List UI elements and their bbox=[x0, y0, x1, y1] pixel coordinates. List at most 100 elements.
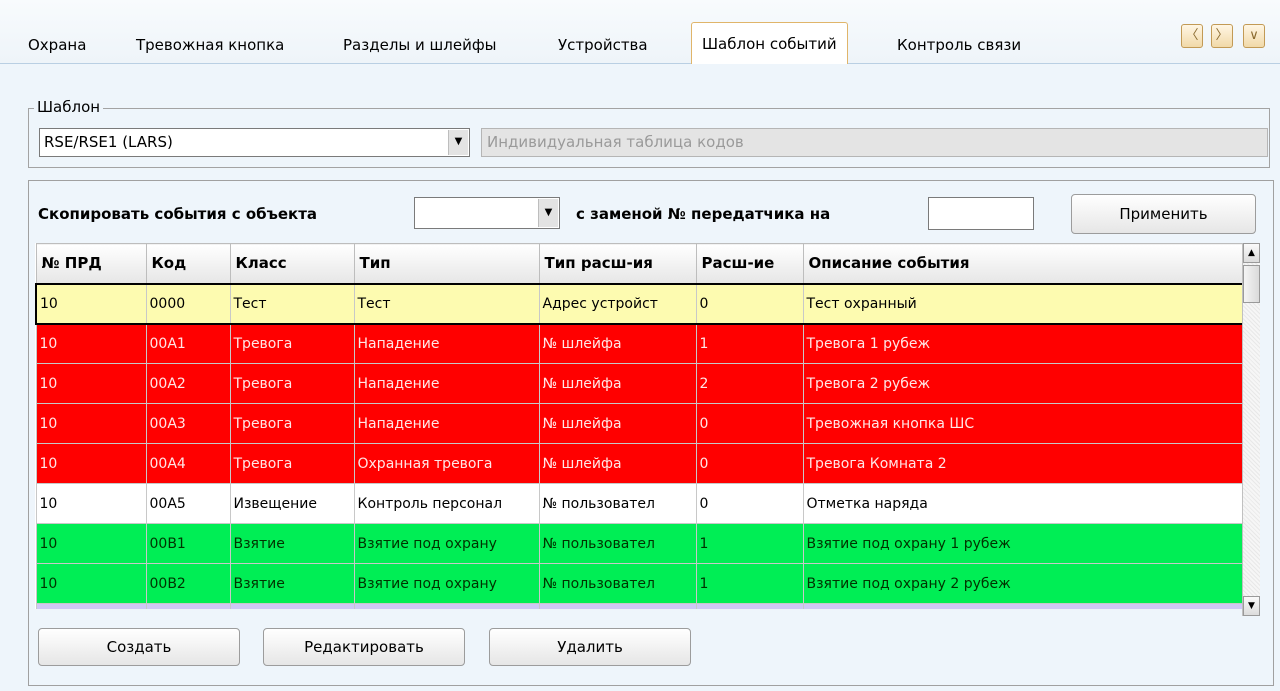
table-row[interactable]: 10 00A5 Извещение Контроль персонал № по… bbox=[35, 483, 1244, 524]
cell: Тревожная кнопка ШС bbox=[802, 403, 1244, 444]
events-table: № ПРД Код Класс Тип Тип расш-ия Расш-ие … bbox=[35, 243, 1258, 609]
cell: Извещение bbox=[229, 483, 355, 524]
tab-partitions-zones[interactable]: Разделы и шлейфы bbox=[333, 26, 507, 64]
cell: Взятие bbox=[229, 563, 355, 604]
column-header-code[interactable]: Код bbox=[145, 243, 231, 284]
tab-scroll-right-icon[interactable]: 〉 bbox=[1211, 24, 1233, 48]
cell: Взятие под охрану bbox=[353, 523, 540, 564]
copy-events-label: Скопировать события с объекта bbox=[38, 205, 318, 223]
table-row[interactable]: 10 00A3 Тревога Нападение № шлейфа 0 Тре… bbox=[35, 403, 1244, 444]
cell: 0000 bbox=[145, 282, 231, 325]
column-header-extension-type[interactable]: Тип расш-ия bbox=[538, 243, 697, 284]
cell: № шлейфа bbox=[538, 403, 697, 444]
cell bbox=[802, 603, 1244, 609]
cell bbox=[538, 603, 697, 609]
table-row[interactable]: 10 00A2 Тревога Нападение № шлейфа 2 Тре… bbox=[35, 363, 1244, 404]
copy-source-select[interactable]: ▼ bbox=[414, 197, 560, 229]
tab-strip: Охрана Тревожная кнопка Разделы и шлейфы… bbox=[0, 0, 1280, 65]
cell: 10 bbox=[35, 483, 147, 524]
cell: 0 bbox=[695, 282, 804, 325]
tab-event-template[interactable]: Шаблон событий bbox=[691, 22, 848, 65]
cell: Взятие под охрану bbox=[353, 563, 540, 604]
cell: Нападение bbox=[353, 363, 540, 404]
cell: 10 bbox=[35, 403, 147, 444]
cell: 10 bbox=[35, 563, 147, 604]
custom-codes-field: Индивидуальная таблица кодов bbox=[481, 128, 1268, 157]
cell: 10 bbox=[35, 443, 147, 484]
cell: Взятие под охрану 2 рубеж bbox=[802, 563, 1244, 604]
chevron-down-icon[interactable]: ▼ bbox=[538, 199, 558, 227]
cell: Адрес устройст bbox=[538, 282, 697, 325]
cell bbox=[695, 603, 804, 609]
cell: 10 bbox=[35, 523, 147, 564]
cell: Тревога bbox=[229, 403, 355, 444]
cell: Тревога Комната 2 bbox=[802, 443, 1244, 484]
tab-devices[interactable]: Устройства bbox=[548, 26, 658, 64]
cell: 10 bbox=[35, 323, 147, 364]
replace-transmitter-label: с заменой № передатчика на bbox=[576, 205, 831, 223]
cell: 0 bbox=[695, 483, 804, 524]
cell: 1 bbox=[695, 323, 804, 364]
table-vertical-scrollbar[interactable]: ▲ ▼ bbox=[1242, 243, 1260, 616]
table-row[interactable]: 10 0000 Тест Тест Адрес устройст 0 Тест … bbox=[35, 282, 1244, 325]
table-row[interactable]: 10 00B1 Взятие Взятие под охрану № польз… bbox=[35, 523, 1244, 564]
template-legend: Шаблон bbox=[34, 98, 104, 116]
cell: 00B2 bbox=[145, 563, 231, 604]
table-row[interactable]: 10 00B2 Взятие Взятие под охрану № польз… bbox=[35, 563, 1244, 604]
cell bbox=[145, 603, 231, 609]
cell bbox=[229, 603, 355, 609]
cell: 10 bbox=[35, 363, 147, 404]
tab-scroll-left-icon[interactable]: 〈 bbox=[1181, 24, 1203, 48]
cell bbox=[353, 603, 540, 609]
cell: Тест bbox=[353, 282, 540, 325]
cell: 1 bbox=[695, 563, 804, 604]
table-row[interactable] bbox=[35, 603, 1244, 609]
cell: № шлейфа bbox=[538, 443, 697, 484]
cell: 00A4 bbox=[145, 443, 231, 484]
column-header-type[interactable]: Тип bbox=[353, 243, 540, 284]
cell: Тревога bbox=[229, 363, 355, 404]
column-header-description[interactable]: Описание события bbox=[802, 243, 1244, 284]
table-row[interactable]: 10 00A1 Тревога Нападение № шлейфа 1 Тре… bbox=[35, 323, 1244, 364]
template-select[interactable]: RSE/RSE1 (LARS) ▼ bbox=[39, 128, 470, 157]
cell: № пользовател bbox=[538, 483, 697, 524]
cell: Тревога bbox=[229, 443, 355, 484]
create-button[interactable]: Создать bbox=[38, 628, 240, 666]
cell: 00B1 bbox=[145, 523, 231, 564]
tab-security[interactable]: Охрана bbox=[18, 26, 96, 64]
cell: 10 bbox=[35, 282, 147, 325]
cell: Отметка наряда bbox=[802, 483, 1244, 524]
cell: Охранная тревога bbox=[353, 443, 540, 484]
tab-panic-button[interactable]: Тревожная кнопка bbox=[126, 26, 294, 64]
table-row[interactable]: 10 00A4 Тревога Охранная тревога № шлейф… bbox=[35, 443, 1244, 484]
cell: № пользовател bbox=[538, 523, 697, 564]
cell: Тревога 1 рубеж bbox=[802, 323, 1244, 364]
tab-connection-control[interactable]: Контроль связи bbox=[887, 26, 1031, 64]
cell: Взятие под охрану 1 рубеж bbox=[802, 523, 1244, 564]
cell: 0 bbox=[695, 443, 804, 484]
event-template-page: Шаблон RSE/RSE1 (LARS) ▼ Индивидуальная … bbox=[0, 64, 1280, 691]
tab-list-dropdown-icon[interactable]: ∨ bbox=[1243, 24, 1265, 48]
transmitter-number-input[interactable] bbox=[928, 197, 1034, 230]
cell: Контроль персонал bbox=[353, 483, 540, 524]
column-header-class[interactable]: Класс bbox=[229, 243, 355, 284]
scroll-down-icon[interactable]: ▼ bbox=[1243, 596, 1260, 616]
delete-button[interactable]: Удалить bbox=[489, 628, 691, 666]
edit-button[interactable]: Редактировать bbox=[263, 628, 465, 666]
cell: Тест охранный bbox=[802, 282, 1244, 325]
column-header-transmitter[interactable]: № ПРД bbox=[35, 243, 147, 284]
cell: 00A2 bbox=[145, 363, 231, 404]
apply-button[interactable]: Применить bbox=[1071, 194, 1256, 234]
template-select-value: RSE/RSE1 (LARS) bbox=[44, 133, 173, 151]
cell: Тест bbox=[229, 282, 355, 325]
cell: 00A3 bbox=[145, 403, 231, 444]
cell: 2 bbox=[695, 363, 804, 404]
chevron-down-icon[interactable]: ▼ bbox=[448, 130, 468, 155]
cell: 1 bbox=[695, 523, 804, 564]
column-header-extension[interactable]: Расш-ие bbox=[695, 243, 804, 284]
cell: 00A1 bbox=[145, 323, 231, 364]
scroll-up-icon[interactable]: ▲ bbox=[1243, 243, 1260, 263]
cell: № шлейфа bbox=[538, 323, 697, 364]
cell: Нападение bbox=[353, 323, 540, 364]
scrollbar-thumb[interactable] bbox=[1243, 265, 1260, 303]
